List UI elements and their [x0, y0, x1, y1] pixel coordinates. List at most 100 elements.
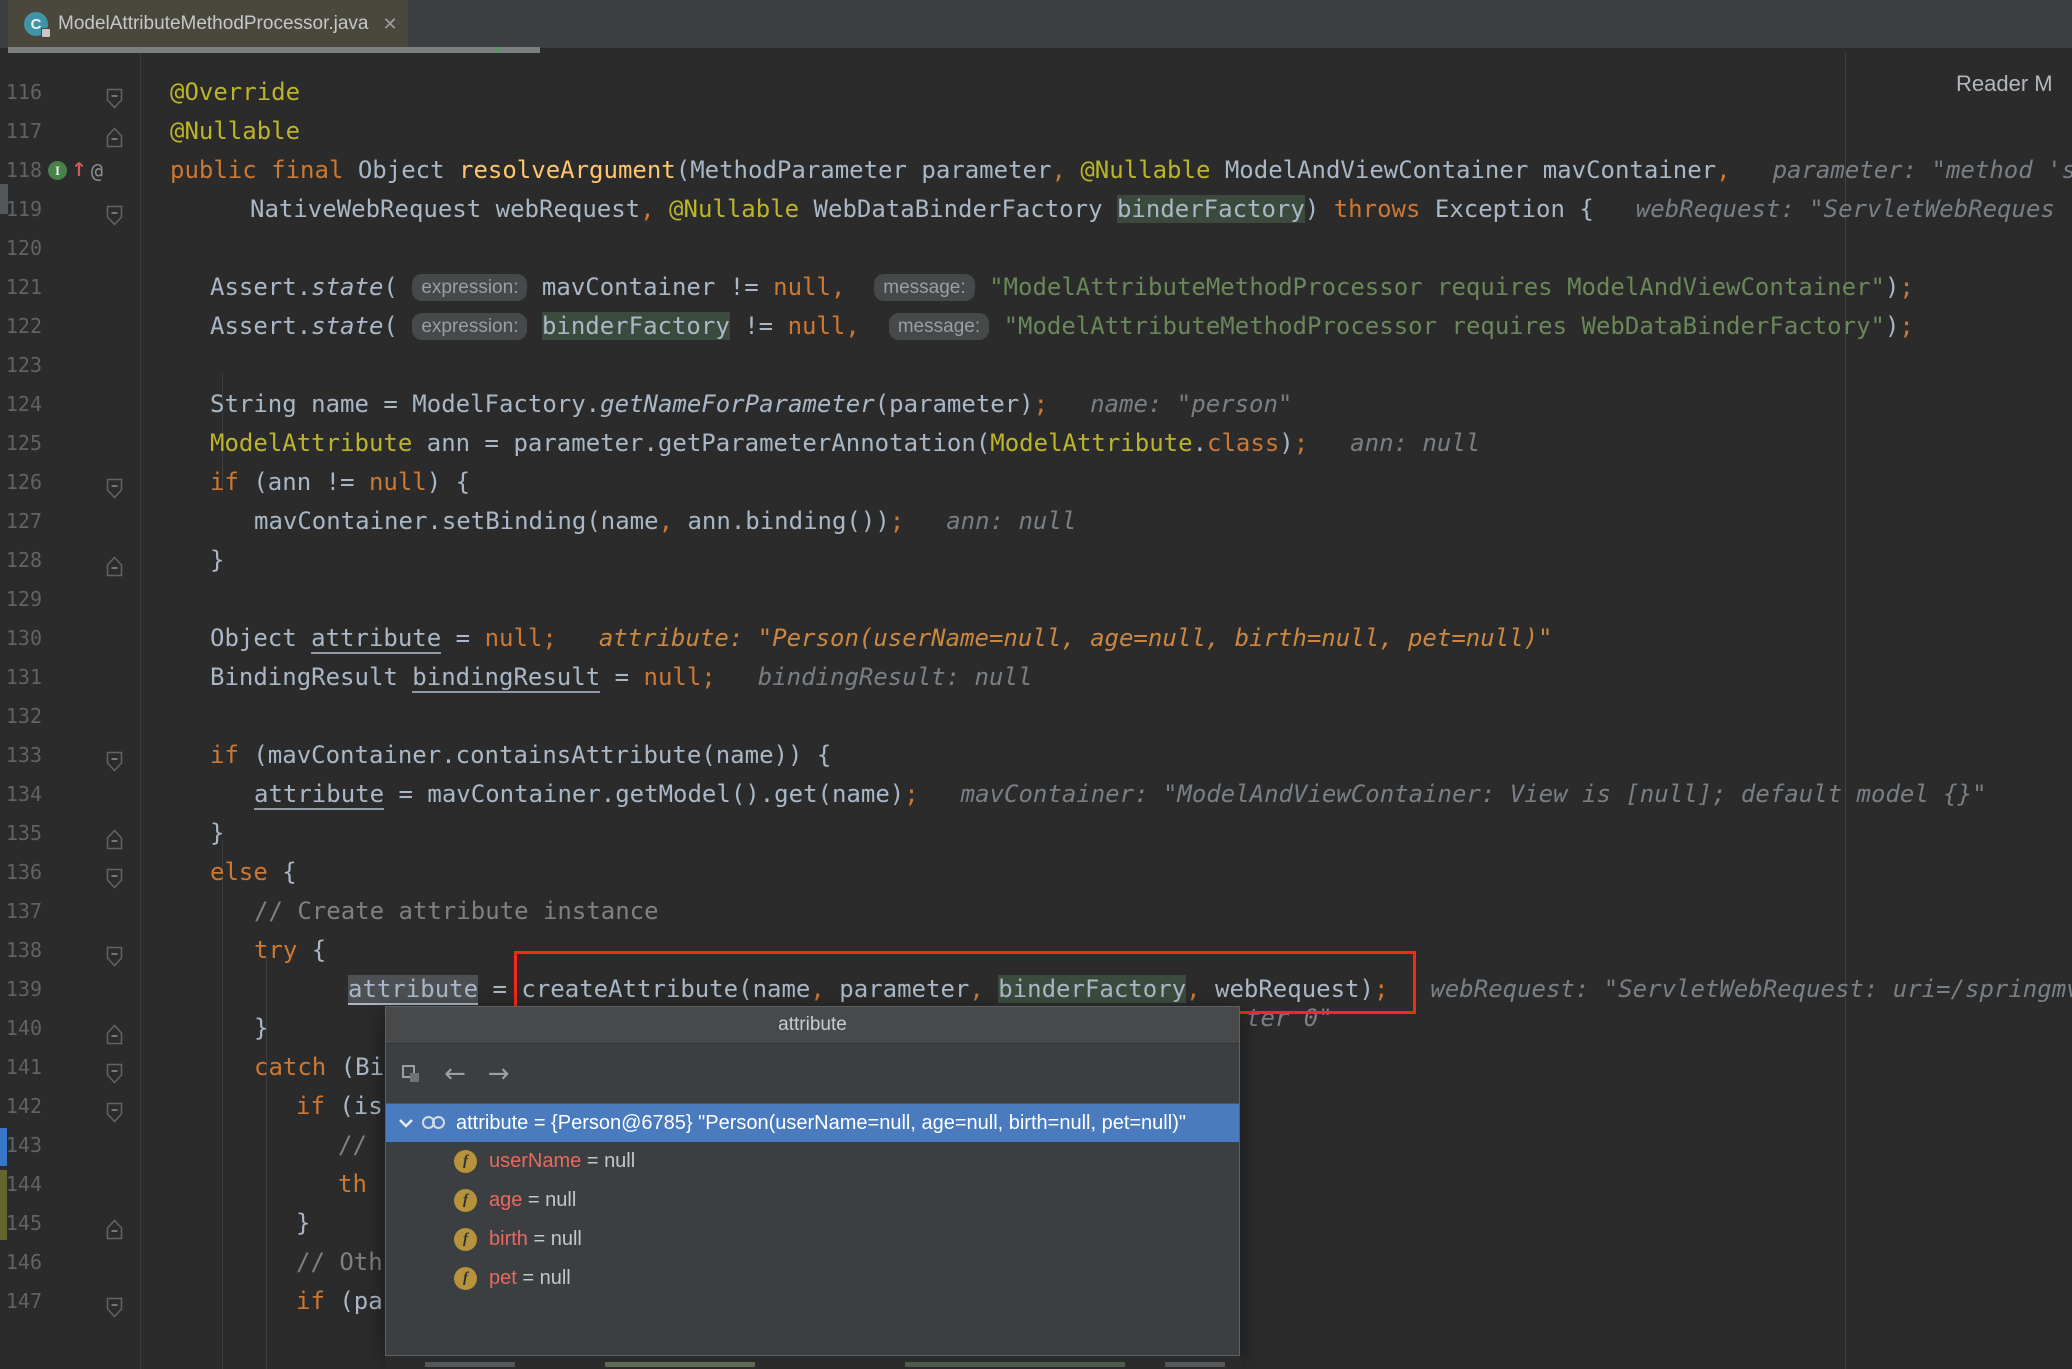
fold-region-end-icon[interactable]: [106, 121, 123, 142]
code-line-122[interactable]: 122Assert.state( expression: binderFacto…: [0, 307, 2072, 346]
field-value: null: [540, 1267, 571, 1290]
variable-field-row-pet[interactable]: fpet = null: [386, 1259, 1239, 1298]
code-text[interactable]: BindingResult bindingResult = null;bindi…: [0, 658, 2072, 697]
line-number: 117: [0, 112, 42, 151]
field-icon: f: [454, 1189, 477, 1212]
line-number: 134: [0, 775, 42, 814]
variable-fields: f userName = null fage = nullfbirth = null…: [386, 1142, 1239, 1298]
debugger-inline-hint: webRequest: "ServletWebRequest: uri=/spr…: [1430, 975, 2072, 1003]
fold-region-end-icon[interactable]: [106, 1213, 123, 1234]
line-number: 133: [0, 736, 42, 775]
code-line-131[interactable]: 131BindingResult bindingResult = null;bi…: [0, 658, 2072, 697]
code-line-123[interactable]: 123: [0, 346, 2072, 385]
code-line-137[interactable]: 137// Create attribute instance: [0, 892, 2072, 931]
field-icon: f: [454, 1150, 477, 1173]
gutter-badges[interactable]: I↑@: [48, 151, 103, 190]
code-line-125[interactable]: 125ModelAttribute ann = parameter.getPar…: [0, 424, 2072, 463]
code-text[interactable]: }: [0, 814, 2072, 853]
line-number: 126: [0, 463, 42, 502]
code-text[interactable]: else {: [0, 853, 2072, 892]
code-text[interactable]: if (mavContainer.containsAttribute(name)…: [0, 736, 2072, 775]
code-text[interactable]: @Nullable: [0, 112, 2072, 151]
code-text[interactable]: ModelAttribute ann = parameter.getParame…: [0, 424, 2072, 463]
code-text[interactable]: mavContainer.setBinding(name, ann.bindin…: [0, 502, 2072, 541]
left-edge-marker-olive: [0, 1170, 7, 1240]
fold-region-start-icon[interactable]: [106, 862, 123, 883]
code-text[interactable]: @Override: [0, 73, 2072, 112]
code-text[interactable]: attribute = mavContainer.getModel().get(…: [0, 775, 2072, 814]
code-text[interactable]: Object attribute = null;attribute: "Pers…: [0, 619, 2072, 658]
code-line-134[interactable]: 134attribute = mavContainer.getModel().g…: [0, 775, 2072, 814]
field-equals: =: [522, 1189, 545, 1212]
fold-region-start-icon[interactable]: [106, 1057, 123, 1078]
line-number: 140: [0, 1009, 42, 1048]
fold-region-start-icon[interactable]: [106, 472, 123, 493]
field-name: userName: [489, 1150, 581, 1173]
debug-highlight-box: [514, 951, 1416, 1014]
left-edge-marker-blue: [0, 1128, 7, 1166]
code-line-124[interactable]: 124String name = ModelFactory.getNameFor…: [0, 385, 2072, 424]
line-number: 131: [0, 658, 42, 697]
code-text[interactable]: String name = ModelFactory.getNameForPar…: [0, 385, 2072, 424]
code-text[interactable]: NativeWebRequest webRequest, @Nullable W…: [0, 190, 2072, 229]
code-line-130[interactable]: 130Object attribute = null;attribute: "P…: [0, 619, 2072, 658]
occluded-code-sliver: [385, 1356, 1241, 1369]
line-number: 138: [0, 931, 42, 970]
code-editor[interactable]: Reader M 116@Override117@Nullable118I↑@p…: [0, 53, 2072, 1369]
code-text[interactable]: Assert.state( expression: binderFactory …: [0, 307, 2072, 346]
file-tab[interactable]: C ModelAttributeMethodProcessor.java ✕: [8, 0, 408, 48]
implementing-method-icon[interactable]: I: [48, 161, 67, 180]
code-line-135[interactable]: 135}: [0, 814, 2072, 853]
show-referring-objects-icon[interactable]: [400, 1063, 422, 1085]
fold-region-end-icon[interactable]: [106, 1018, 123, 1039]
code-line-128[interactable]: 128}: [0, 541, 2072, 580]
line-number: 141: [0, 1048, 42, 1087]
code-text[interactable]: }: [0, 541, 2072, 580]
debugger-inline-hint: attribute: "Person(userName=null, age=nu…: [599, 624, 1553, 652]
ide-window: C ModelAttributeMethodProcessor.java ✕ R…: [0, 0, 2072, 1369]
code-line-116[interactable]: 116@Override: [0, 73, 2072, 112]
variable-field-row-userName[interactable]: fuserName = null: [386, 1142, 1239, 1181]
fold-region-start-icon[interactable]: [106, 1291, 123, 1312]
fold-region-end-icon[interactable]: [106, 823, 123, 844]
code-line-129[interactable]: 129: [0, 580, 2072, 619]
line-number: 127: [0, 502, 42, 541]
code-line-118[interactable]: 118I↑@public final Object resolveArgumen…: [0, 151, 2072, 190]
fold-region-start-icon[interactable]: [106, 1096, 123, 1117]
back-icon[interactable]: ←: [444, 1061, 466, 1087]
line-number: 130: [0, 619, 42, 658]
code-line-120[interactable]: 120: [0, 229, 2072, 268]
code-line-126[interactable]: 126if (ann != null) {: [0, 463, 2072, 502]
code-line-132[interactable]: 132: [0, 697, 2072, 736]
code-line-119[interactable]: 119NativeWebRequest webRequest, @Nullabl…: [0, 190, 2072, 229]
variable-root-row[interactable]: attribute = {Person@6785} "Person(userNa…: [386, 1104, 1239, 1142]
fold-region-start-icon[interactable]: [106, 940, 123, 961]
code-line-136[interactable]: 136else {: [0, 853, 2072, 892]
code-text[interactable]: // Create attribute instance: [0, 892, 2072, 931]
code-text[interactable]: public final Object resolveArgument(Meth…: [0, 151, 2072, 190]
field-icon: f: [454, 1228, 477, 1251]
variable-field-row-birth[interactable]: fbirth = null: [386, 1220, 1239, 1259]
fold-region-start-icon[interactable]: [106, 82, 123, 103]
line-number: 136: [0, 853, 42, 892]
tab-close-icon[interactable]: ✕: [383, 14, 398, 35]
variable-field-row-age[interactable]: fage = null: [386, 1181, 1239, 1220]
popup-title: attribute: [386, 1007, 1239, 1044]
code-line-127[interactable]: 127mavContainer.setBinding(name, ann.bin…: [0, 502, 2072, 541]
code-line-121[interactable]: 121Assert.state( expression: mavContaine…: [0, 268, 2072, 307]
annotated-icon: @: [91, 159, 103, 183]
code-text[interactable]: if (ann != null) {: [0, 463, 2072, 502]
parameter-hint-capsule: message:: [874, 274, 974, 301]
code-line-133[interactable]: 133if (mavContainer.containsAttribute(na…: [0, 736, 2072, 775]
fold-region-end-icon[interactable]: [106, 550, 123, 571]
fold-region-start-icon[interactable]: [106, 745, 123, 766]
line-number: 120: [0, 229, 42, 268]
forward-icon[interactable]: →: [488, 1061, 510, 1087]
overrides-method-icon[interactable]: ↑: [71, 161, 87, 180]
line-number: 147: [0, 1282, 42, 1321]
code-line-117[interactable]: 117@Nullable: [0, 112, 2072, 151]
line-number: 139: [0, 970, 42, 1009]
field-value: null: [551, 1228, 582, 1251]
fold-region-start-icon[interactable]: [106, 199, 123, 220]
code-text[interactable]: Assert.state( expression: mavContainer !…: [0, 268, 2072, 307]
